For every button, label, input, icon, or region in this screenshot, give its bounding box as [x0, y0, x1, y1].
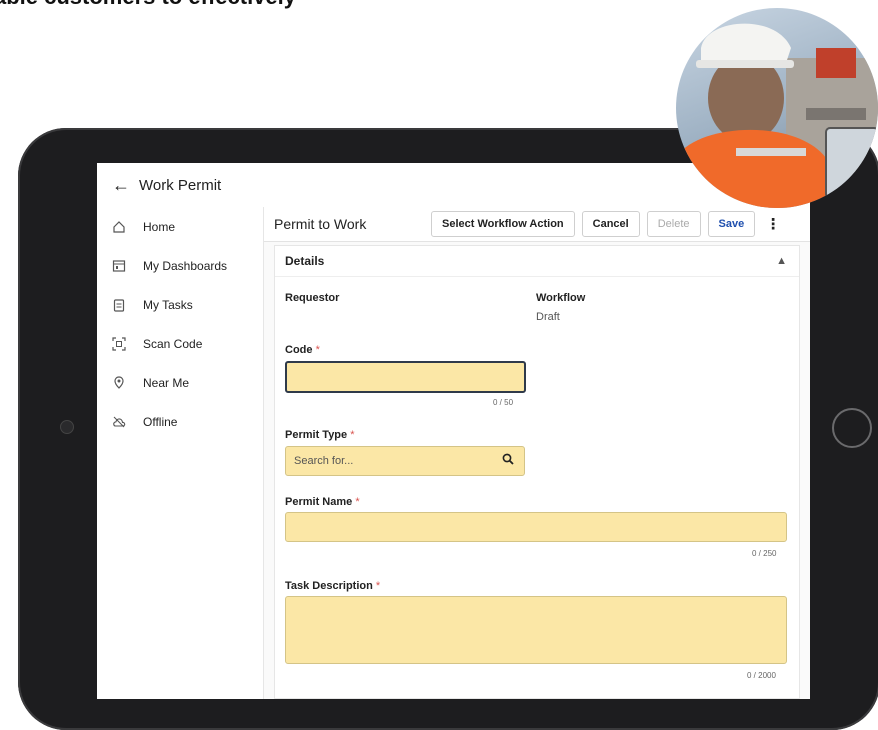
- task-description-counter: 0 / 2000: [747, 671, 776, 680]
- sidebar-item-label: My Dashboards: [143, 258, 228, 273]
- required-marker: *: [355, 496, 360, 508]
- permit-name-counter: 0 / 250: [752, 549, 777, 558]
- tablet-camera: [60, 420, 74, 434]
- code-counter: 0 / 50: [493, 398, 514, 407]
- form-title: Permit to Work: [274, 216, 367, 232]
- cancel-button[interactable]: Cancel: [581, 211, 640, 237]
- delete-button[interactable]: Delete: [646, 211, 701, 237]
- worker-photo: [676, 8, 878, 208]
- permit-type-search-input[interactable]: Search for...: [285, 446, 525, 476]
- workflow-label: Workflow: [536, 292, 586, 304]
- workflow-value: Draft: [536, 311, 560, 323]
- sidebar-item-offline[interactable]: Offline: [97, 402, 263, 441]
- app-screen: ← Work Permit Home My Dashboards My Task…: [97, 163, 810, 699]
- task-description-textarea[interactable]: [285, 596, 787, 664]
- location-icon: [111, 375, 127, 391]
- form-toolbar: Permit to Work Select Workflow Action Ca…: [264, 207, 810, 242]
- sidebar-item-label: Offline: [143, 414, 178, 429]
- search-icon[interactable]: [502, 453, 514, 468]
- code-label: Code *: [285, 344, 320, 356]
- cloud-offline-icon: [111, 414, 127, 430]
- sidebar-item-home[interactable]: Home: [97, 207, 263, 246]
- sidebar-item-label: Scan Code: [143, 336, 203, 351]
- scan-icon: [111, 336, 127, 352]
- permit-type-label: Permit Type *: [285, 429, 355, 441]
- requestor-label: Requestor: [285, 292, 340, 304]
- details-section-header[interactable]: Details ▲: [275, 246, 799, 277]
- arrow-left-icon[interactable]: ←: [103, 175, 139, 196]
- chevron-up-icon[interactable]: ▲: [776, 255, 787, 267]
- sidebar: Home My Dashboards My Tasks Scan Code Ne…: [97, 207, 264, 699]
- tablet-home-button[interactable]: [832, 408, 872, 448]
- sidebar-item-scan-code[interactable]: Scan Code: [97, 324, 263, 363]
- required-marker: *: [350, 429, 355, 441]
- sidebar-item-my-tasks[interactable]: My Tasks: [97, 285, 263, 324]
- dashboard-icon: [111, 258, 127, 274]
- code-input[interactable]: [285, 361, 526, 393]
- home-icon: [111, 219, 127, 235]
- sidebar-item-near-me[interactable]: Near Me: [97, 363, 263, 402]
- kebab-menu-icon[interactable]: ⋮: [763, 215, 783, 233]
- app-title: Work Permit: [139, 176, 222, 194]
- page-caption: able customers to effectively: [0, 0, 296, 10]
- permit-name-label: Permit Name *: [285, 496, 360, 508]
- details-card: Details ▲ Requestor Workflow Draft Code …: [274, 245, 800, 699]
- clipboard-icon: [111, 297, 127, 313]
- permit-name-input[interactable]: [285, 512, 787, 542]
- sidebar-item-my-dashboards[interactable]: My Dashboards: [97, 246, 263, 285]
- sidebar-item-label: Home: [143, 219, 176, 234]
- select-workflow-action-button[interactable]: Select Workflow Action: [431, 211, 575, 237]
- save-button[interactable]: Save: [707, 211, 756, 237]
- sidebar-item-label: My Tasks: [143, 297, 193, 312]
- sidebar-item-label: Near Me: [143, 375, 190, 390]
- required-marker: *: [375, 580, 381, 592]
- required-marker: *: [315, 344, 320, 356]
- section-title: Details: [285, 254, 325, 268]
- task-description-label: Task Description *: [285, 580, 381, 592]
- main-content: Permit to Work Select Workflow Action Ca…: [264, 207, 810, 699]
